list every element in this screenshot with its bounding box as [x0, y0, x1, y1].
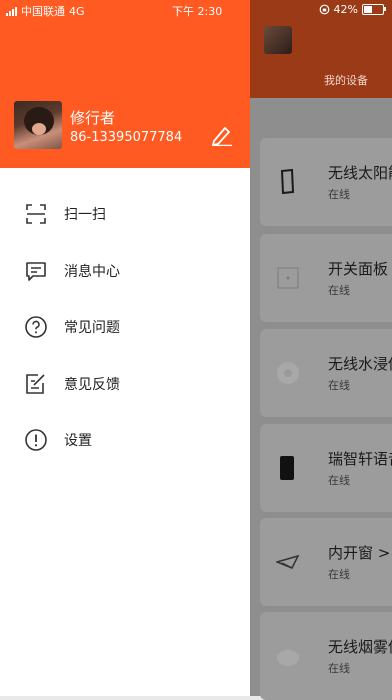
menu-item-label: 设置: [64, 433, 92, 449]
menu-item-settings[interactable]: 设置: [0, 412, 250, 469]
scan-icon: [26, 204, 46, 224]
device-name: 开关面板: [328, 260, 389, 278]
settings-icon: [25, 429, 47, 451]
device-card[interactable]: 内开窗 > 在线: [260, 518, 392, 606]
device-card[interactable]: 无线水浸传 在线: [260, 329, 392, 417]
battery-percent: 42%: [333, 3, 358, 16]
signal-icon: [6, 6, 17, 16]
feedback-icon: [26, 373, 45, 394]
carrier: 中国联通: [21, 5, 65, 18]
menu-item-feedback[interactable]: 意见反馈: [0, 356, 250, 413]
battery-fill: [364, 6, 372, 13]
device-card[interactable]: 瑞智轩语音 在线: [260, 424, 392, 512]
window-icon: [276, 554, 300, 569]
drawer-menu: 扫一扫 消息中心 常见问题 意见反馈 设置: [0, 186, 250, 469]
background-avatar: [264, 26, 292, 54]
edit-icon[interactable]: [210, 124, 234, 146]
rotation-lock-icon: [319, 4, 329, 15]
status-left: 中国联通 4G: [6, 3, 85, 19]
menu-item-label: 消息中心: [64, 263, 120, 280]
menu-item-label: 意见反馈: [64, 376, 120, 393]
tab-my-devices[interactable]: 我的设备: [324, 72, 368, 88]
status-bar: 中国联通 4G 下午 2:30 42%: [0, 0, 392, 20]
device-name: 瑞智轩语音: [328, 450, 392, 468]
device-name: 无线太阳能: [328, 164, 392, 182]
speaker-icon: [280, 456, 294, 480]
device-status: 在线: [328, 379, 350, 392]
device-status: 在线: [328, 662, 350, 675]
avatar[interactable]: [14, 101, 62, 149]
device-card[interactable]: 无线太阳能 在线: [260, 138, 392, 226]
device-name: 无线水浸传: [328, 355, 392, 373]
smoke-sensor-icon: [277, 650, 299, 666]
message-icon: [26, 261, 46, 281]
device-name: 内开窗 >: [328, 544, 391, 562]
menu-item-label: 常见问题: [64, 320, 120, 336]
solar-device-icon: [280, 168, 295, 195]
device-card[interactable]: 无线烟雾传 在线: [260, 612, 392, 700]
status-right: 42%: [319, 3, 386, 16]
device-status: 在线: [328, 474, 350, 487]
network-type: 4G: [69, 4, 85, 18]
battery-icon: [362, 4, 386, 15]
menu-item-scan[interactable]: 扫一扫: [0, 186, 250, 243]
device-card[interactable]: 开关面板 在线: [260, 234, 392, 322]
menu-item-label: 扫一扫: [64, 207, 106, 223]
device-status: 在线: [328, 188, 350, 201]
water-sensor-icon: [277, 362, 299, 384]
device-status: 在线: [328, 568, 350, 581]
drawer-header: 修行者 86-13395077784: [0, 0, 250, 168]
menu-item-faq[interactable]: 常见问题: [0, 299, 250, 356]
user-phone: 86-13395077784: [70, 130, 183, 145]
status-time: 下午 2:30: [172, 5, 223, 18]
switch-panel-icon: [277, 267, 299, 289]
device-name: 无线烟雾传: [328, 638, 392, 656]
menu-item-messages[interactable]: 消息中心: [0, 243, 250, 300]
device-status: 在线: [328, 284, 350, 297]
question-icon: [25, 316, 47, 338]
side-drawer: 修行者 86-13395077784 扫一扫 消息中心 常见问题 意见反馈 设置: [0, 0, 250, 696]
user-name: 修行者: [70, 109, 116, 127]
